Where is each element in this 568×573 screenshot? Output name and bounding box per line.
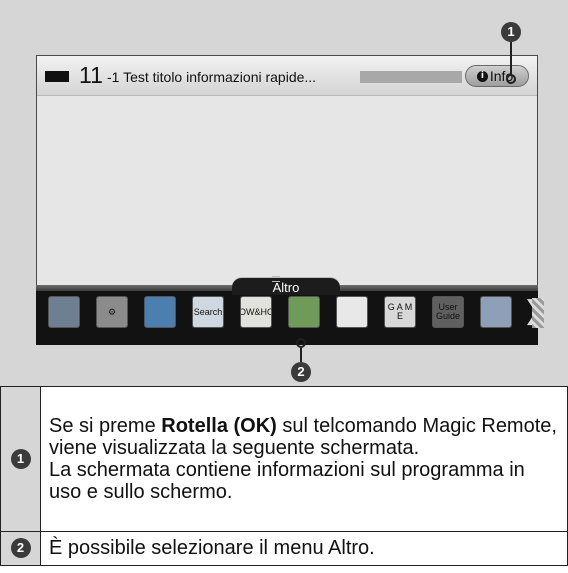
- legend-text-1: Se si preme Rotella (OK) sul telcomando …: [40, 386, 568, 532]
- legend-table: 1 Se si preme Rotella (OK) sul telcomand…: [0, 386, 568, 567]
- callout-2-badge: 2: [291, 362, 311, 382]
- callout-1-leader: [510, 40, 512, 76]
- legend-row-2: 2 È possibile selezionare il menu Altro.: [0, 530, 568, 567]
- channel-title: -1 Test titolo informazioni rapide...: [107, 69, 317, 85]
- dock-item-3[interactable]: Search: [192, 296, 224, 328]
- callout-1-target: [506, 74, 516, 84]
- dock-item-7[interactable]: G A M E: [384, 296, 416, 328]
- info-button[interactable]: i Info.: [465, 65, 529, 87]
- dock-item-8[interactable]: User Guide: [432, 296, 464, 328]
- program-progress-bar: [360, 71, 462, 83]
- legend-num-2: 2: [10, 538, 31, 559]
- legend-num-1: 1: [10, 448, 31, 469]
- dock-item-5[interactable]: [288, 296, 320, 328]
- callout-2-leader: [300, 346, 302, 362]
- dock-item-9[interactable]: [480, 296, 512, 328]
- dock-item-0[interactable]: [48, 296, 80, 328]
- channel-number: 11: [79, 62, 103, 88]
- more-tab-label: Altro: [272, 280, 300, 295]
- callout-1-badge: 1: [501, 22, 521, 42]
- legend-text-2: È possibile selezionare il menu Altro.: [40, 530, 568, 567]
- legend-row-1: 1 Se si preme Rotella (OK) sul telcomand…: [0, 386, 568, 532]
- legend-num-cell-1: 1: [0, 386, 41, 532]
- dock-item-4[interactable]: NOW&HOT: [240, 296, 272, 328]
- info-icon: i: [476, 70, 488, 82]
- dock-item-2[interactable]: [144, 296, 176, 328]
- dock-partial-item: [532, 298, 544, 328]
- dock-items: ⚙ Search NOW&HOT G A M E User Guide ❯: [48, 296, 545, 332]
- quick-info-bar: 11 -1 Test titolo informazioni rapide...…: [37, 56, 537, 96]
- dock-item-1[interactable]: ⚙: [96, 296, 128, 328]
- dock-item-6[interactable]: [336, 296, 368, 328]
- channel-logo: [45, 71, 69, 82]
- legend-num-cell-2: 2: [0, 530, 41, 567]
